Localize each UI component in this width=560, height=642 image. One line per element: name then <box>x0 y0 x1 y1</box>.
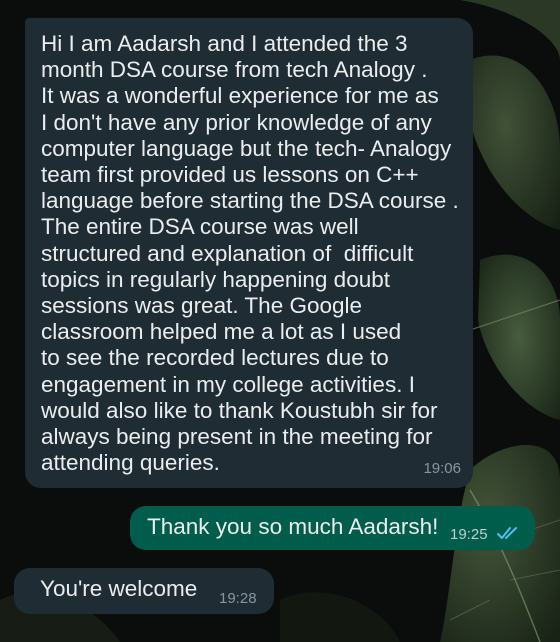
message-bubble-outgoing[interactable]: Thank you so much Aadarsh! 19:25 <box>130 506 535 550</box>
message-bubble-incoming[interactable]: You're welcome 19:28 <box>14 568 274 614</box>
message-text: Thank you so much Aadarsh! <box>147 514 439 539</box>
message-text: Hi I am Aadarsh and I attended the 3 mon… <box>41 31 459 476</box>
double-check-read-icon <box>497 527 517 539</box>
message-text: You're welcome <box>40 576 198 601</box>
message-bubble-incoming[interactable]: Hi I am Aadarsh and I attended the 3 mon… <box>25 18 473 488</box>
message-timestamp: 19:06 <box>423 460 461 477</box>
message-timestamp: 19:28 <box>219 590 257 607</box>
message-timestamp: 19:25 <box>450 526 488 543</box>
